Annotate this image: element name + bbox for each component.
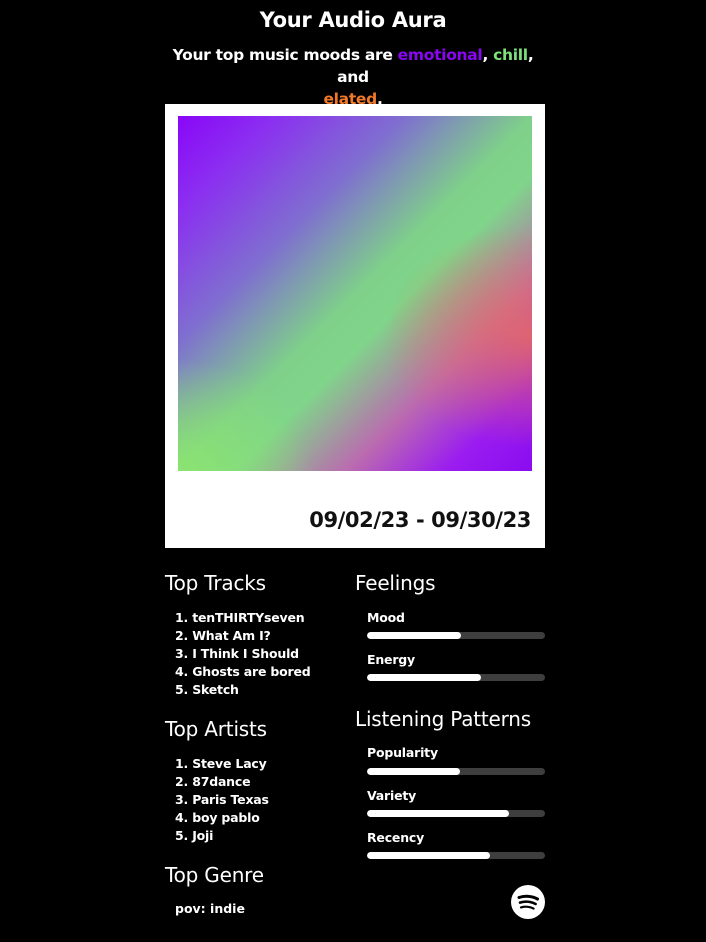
top-artists-list: 1. Steve Lacy 2. 87dance 3. Paris Texas … [175, 755, 269, 845]
variety-meter [367, 810, 545, 817]
popularity-meter-label: Popularity [367, 745, 438, 760]
recency-meter-label: Recency [367, 830, 425, 845]
energy-meter [367, 674, 545, 681]
spotify-icon[interactable] [511, 885, 545, 919]
audio-aura-page: Your Audio Aura Your top music moods are… [0, 0, 706, 942]
mood-summary: Your top music moods are emotional, chil… [170, 44, 536, 110]
mood-meter-fill [367, 632, 462, 639]
aura-gradient-image [178, 116, 532, 471]
list-item: 5. Joji [175, 828, 214, 843]
list-item: 2. 87dance [175, 774, 251, 789]
top-genre-value: pov: indie [175, 901, 245, 916]
variety-meter-label: Variety [367, 788, 417, 803]
mood-emotional: emotional [397, 46, 483, 64]
mood-meter [367, 632, 545, 639]
list-item: 5. Sketch [175, 682, 239, 697]
subtitle-sep1: , [482, 46, 494, 64]
list-item: 4. Ghosts are bored [175, 664, 311, 679]
list-item: 1. tenTHIRTYseven [175, 610, 305, 625]
list-item: 4. boy pablo [175, 810, 260, 825]
list-item: 3. I Think I Should [175, 646, 299, 661]
list-item: 1. Steve Lacy [175, 756, 267, 771]
date-range: 09/02/23 - 09/30/23 [309, 508, 531, 532]
energy-meter-label: Energy [367, 652, 415, 667]
variety-meter-fill [367, 810, 510, 817]
top-tracks-heading: Top Tracks [165, 571, 266, 595]
list-item: 3. Paris Texas [175, 792, 269, 807]
subtitle-prefix: Your top music moods are [172, 46, 398, 64]
mood-meter-label: Mood [367, 610, 405, 625]
list-item: 2. What Am I? [175, 628, 271, 643]
top-artists-heading: Top Artists [165, 717, 267, 741]
recency-meter-fill [367, 852, 490, 859]
listening-patterns-heading: Listening Patterns [355, 707, 531, 731]
page-title: Your Audio Aura [259, 8, 447, 32]
energy-meter-fill [367, 674, 481, 681]
popularity-meter-fill [367, 768, 460, 775]
popularity-meter [367, 768, 545, 775]
mood-chill: chill [493, 46, 528, 64]
top-tracks-list: 1. tenTHIRTYseven 2. What Am I? 3. I Thi… [175, 609, 311, 699]
aura-card: 09/02/23 - 09/30/23 [165, 104, 545, 548]
top-genre-heading: Top Genre [165, 863, 264, 887]
recency-meter [367, 852, 545, 859]
feelings-heading: Feelings [355, 571, 436, 595]
